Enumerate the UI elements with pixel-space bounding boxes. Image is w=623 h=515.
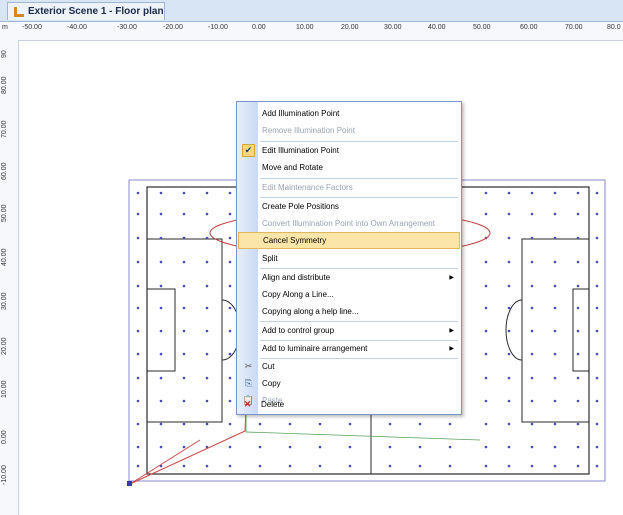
guide-line <box>245 431 481 441</box>
ruler-label: 90 <box>1 50 8 58</box>
menu-item-label: Copy Along a Line... <box>262 290 334 299</box>
menu-item-label: Move and Rotate <box>262 163 323 172</box>
ruler-label: 20.00 <box>1 337 8 355</box>
ruler-label: 10.00 <box>296 24 314 31</box>
ruler-label: -10.00 <box>1 465 8 485</box>
tab-exterior-scene-floor-plan[interactable]: Exterior Scene 1 - Floor plan <box>7 2 165 20</box>
ruler-label: -10.00 <box>208 24 228 31</box>
ruler-label: 40.00 <box>1 248 8 266</box>
menu-item-split[interactable]: Split <box>238 250 460 267</box>
ruler-label: 0.00 <box>1 430 8 444</box>
menu-item-label: Copy <box>262 379 281 388</box>
menu-item-label: Cancel Symmetry <box>263 236 327 245</box>
menu-item-label: Convert Illumination Point into Own Arra… <box>262 219 435 228</box>
menu-item-label: Add to control group <box>262 326 335 335</box>
menu-item-delete-row[interactable]: ✕ Delete <box>237 396 459 413</box>
ruler-label: 80.00 <box>1 76 8 94</box>
menu-item-label: Copying along a help line... <box>262 307 359 316</box>
selection-handle[interactable] <box>127 481 132 486</box>
ruler-label: 50.00 <box>1 204 8 222</box>
submenu-arrow-icon: ▶ <box>449 275 454 281</box>
ruler-label: 70.00 <box>1 120 8 138</box>
copy-icon: ⎘ <box>244 378 253 388</box>
menu-item-label: Add Illumination Point <box>262 109 340 118</box>
scissors-icon: ✂ <box>244 361 253 371</box>
ruler-label: 50.00 <box>473 24 491 31</box>
ruler-label: 60.00 <box>520 24 538 31</box>
tab-title: Exterior Scene 1 - Floor plan <box>28 6 164 17</box>
ruler-label: -40.00 <box>67 24 87 31</box>
ruler-label: 20.00 <box>341 24 359 31</box>
menu-item-cut[interactable]: ✂ Cut <box>238 358 460 375</box>
menu-item-align-and-distribute[interactable]: Align and distribute ▶ <box>238 269 460 286</box>
delete-x-icon: ✕ <box>243 399 252 409</box>
menu-item-label: Add to luminaire arrangement <box>262 344 368 353</box>
document-tab-bar: Exterior Scene 1 - Floor plan <box>0 0 623 22</box>
menu-item-add-illumination-point[interactable]: Add Illumination Point <box>238 105 460 122</box>
ruler-label: 60.00 <box>1 162 8 180</box>
submenu-arrow-icon: ▶ <box>449 346 454 352</box>
ruler-label: -20.00 <box>163 24 183 31</box>
menu-item-label: Edit Illumination Point <box>262 146 339 155</box>
menu-item-edit-maintenance-factors[interactable]: Edit Maintenance Factors <box>238 179 460 196</box>
menu-item-copy[interactable]: ⎘ Copy <box>238 375 460 392</box>
menu-item-copy-along-a-line[interactable]: Copy Along a Line... <box>238 286 460 303</box>
aiming-line <box>129 439 201 485</box>
menu-item-move-and-rotate[interactable]: Move and Rotate <box>238 159 460 176</box>
menu-item-label: Cut <box>262 362 275 371</box>
menu-item-cancel-symmetry[interactable]: Cancel Symmetry <box>238 232 460 249</box>
ruler-label: 70.00 <box>565 24 583 31</box>
right-goal-area <box>572 288 590 372</box>
menu-item-label: Align and distribute <box>262 273 331 282</box>
ruler-unit: m <box>2 24 8 31</box>
ruler-label: 80.0 <box>607 24 621 31</box>
menu-item-add-to-control-group[interactable]: Add to control group ▶ <box>238 322 460 339</box>
menu-item-label: Edit Maintenance Factors <box>262 183 353 192</box>
ruler-label: 40.00 <box>428 24 446 31</box>
menu-item-label: Create Pole Positions <box>262 202 339 211</box>
menu-item-label: Remove Illumination Point <box>262 126 355 135</box>
horizontal-ruler: m -50.00 -40.00 -30.00 -20.00 -10.00 0.0… <box>0 22 623 41</box>
ruler-label: 30.00 <box>384 24 402 31</box>
context-menu: Add Illumination Point Remove Illuminati… <box>236 101 462 415</box>
ruler-label: -50.00 <box>22 24 42 31</box>
vertical-ruler: 90 80.00 70.00 60.00 50.00 40.00 30.00 2… <box>0 40 19 515</box>
ruler-label: 0.00 <box>252 24 266 31</box>
menu-item-remove-illumination-point[interactable]: Remove Illumination Point <box>238 122 460 139</box>
menu-item-copying-along-help-line[interactable]: Copying along a help line... <box>238 303 460 320</box>
ruler-label: 10.00 <box>1 380 8 398</box>
checkmark-icon: ✔ <box>242 144 255 157</box>
floor-plan-icon <box>14 6 24 17</box>
ruler-label: 30.00 <box>1 292 8 310</box>
menu-item-edit-illumination-point[interactable]: ✔ Edit Illumination Point <box>238 142 460 159</box>
submenu-arrow-icon: ▶ <box>449 328 454 334</box>
menu-item-create-pole-positions[interactable]: Create Pole Positions <box>238 198 460 215</box>
menu-item-label: Split <box>262 254 278 263</box>
menu-item-label: Delete <box>261 400 285 409</box>
menu-item-add-to-luminaire-arrangement[interactable]: Add to luminaire arrangement ▶ <box>238 340 460 357</box>
menu-item-convert-illumination-point[interactable]: Convert Illumination Point into Own Arra… <box>238 215 460 232</box>
ruler-label: -30.00 <box>117 24 137 31</box>
